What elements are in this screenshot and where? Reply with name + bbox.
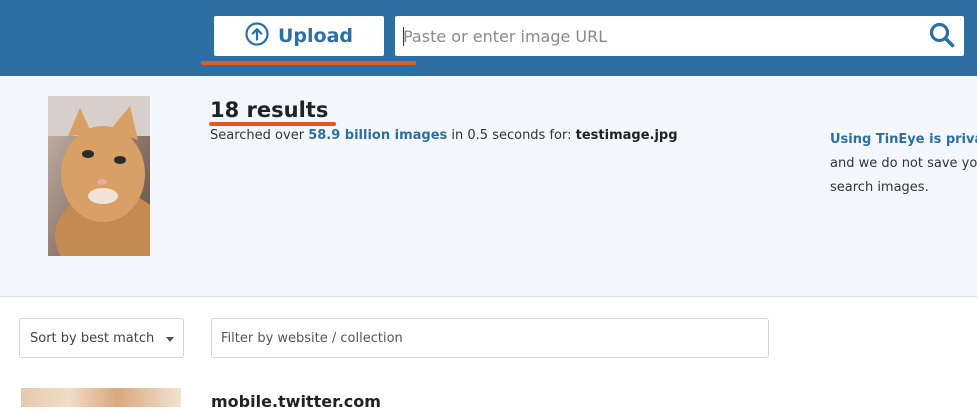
results-summary-panel: 18 results Searched over 58.9 billion im…	[0, 76, 977, 297]
search-icon[interactable]	[929, 22, 955, 52]
search-stats-line: Searched over 58.9 billion images in 0.5…	[210, 128, 678, 143]
chevron-down-icon	[166, 337, 174, 342]
upload-highlight-underline	[201, 61, 416, 65]
upload-button[interactable]: Upload	[214, 16, 384, 56]
text-caret	[403, 27, 404, 46]
top-header: Upload	[0, 0, 977, 76]
query-filename: testimage.jpg	[575, 128, 678, 143]
result-domain[interactable]: mobile.twitter.com	[211, 392, 381, 411]
results-count: 18 results	[210, 98, 329, 122]
index-size-link[interactable]: 58.9 billion images	[308, 128, 447, 143]
url-search-box[interactable]	[395, 16, 964, 56]
privacy-text-line-2: and we do not save you	[830, 156, 977, 171]
privacy-note: Using TinEye is private and we do not sa…	[830, 128, 977, 200]
image-url-input[interactable]	[403, 16, 923, 56]
query-image-thumbnail	[48, 96, 150, 256]
upload-arrow-circle-icon	[245, 22, 269, 50]
sort-selected-value: Sort by best match	[30, 330, 155, 346]
searched-prefix: Searched over	[210, 128, 305, 143]
sort-dropdown[interactable]: Sort by best match	[19, 318, 184, 358]
results-highlight-underline	[209, 122, 336, 126]
searched-middle: in 0.5 seconds for:	[451, 128, 572, 143]
upload-button-label: Upload	[277, 25, 354, 47]
privacy-text-line-3: search images.	[830, 180, 929, 195]
result-thumbnail[interactable]	[21, 388, 181, 407]
filter-website-input[interactable]	[211, 318, 769, 358]
privacy-link[interactable]: Using TinEye is private	[830, 128, 977, 152]
